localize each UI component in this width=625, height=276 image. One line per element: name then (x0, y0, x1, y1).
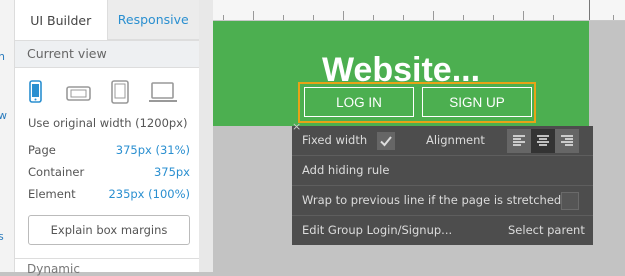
left-edge-strip: n w s (0, 0, 15, 272)
alignment-label: Alignment (426, 133, 485, 147)
close-icon[interactable]: × (292, 121, 302, 132)
fixed-width-label: Fixed width (302, 133, 368, 147)
clipped-text-2: w (0, 109, 7, 122)
add-hiding-rule-link[interactable]: Add hiding rule (302, 163, 389, 177)
tab-responsive[interactable]: Responsive (107, 0, 199, 40)
popover-row-footer: Edit Group Login/Signup... Select parent (292, 216, 593, 245)
responsive-panel: UI Builder Responsive Current view Use o… (15, 0, 200, 276)
horizontal-ruler (213, 0, 625, 21)
divider (15, 258, 199, 259)
clipped-text-3: s (0, 230, 4, 243)
wrap-checkbox[interactable] (561, 192, 579, 210)
phone-icon[interactable] (28, 80, 44, 106)
dim-row-container: Container 375px (28, 165, 190, 181)
edit-group-link[interactable]: Edit Group Login/Signup... (302, 223, 452, 237)
dim-value[interactable]: 375px (154, 165, 190, 179)
tablet-icon[interactable] (109, 80, 131, 106)
dim-row-page: Page 375px (31%) (28, 143, 190, 159)
explain-box-margins-button[interactable]: Explain box margins (28, 215, 190, 245)
align-right-icon[interactable] (555, 129, 579, 153)
wrap-label: Wrap to previous line if the page is str… (302, 193, 562, 207)
dim-value[interactable]: 375px (31%) (116, 143, 190, 157)
dim-row-element: Element 235px (100%) (28, 187, 190, 203)
align-center-icon[interactable] (531, 129, 555, 153)
dynamic-section-header: Dynamic (27, 262, 80, 276)
dim-value[interactable]: 235px (100%) (108, 187, 190, 201)
popover-row-wrap: Wrap to previous line if the page is str… (292, 186, 593, 216)
clipped-text-1: n (0, 50, 5, 63)
align-left-icon[interactable] (507, 129, 531, 153)
dim-key: Element (28, 187, 76, 201)
current-view-title: Current view (27, 46, 107, 61)
element-property-popover: Fixed width Alignment Add hiding rule Wr… (292, 126, 593, 245)
landscape-phone-icon[interactable] (66, 80, 92, 106)
canvas-gutter (199, 0, 213, 272)
device-picker (28, 80, 193, 108)
signup-button[interactable]: SIGN UP (422, 87, 532, 117)
fixed-width-checkbox[interactable] (377, 132, 395, 150)
current-view-header: Current view (15, 40, 199, 68)
panel-tabs: UI Builder Responsive (15, 0, 199, 40)
original-width-row[interactable]: Use original width (1200px) (28, 116, 190, 132)
alignment-control (507, 129, 579, 153)
login-button[interactable]: LOG IN (304, 87, 414, 117)
laptop-icon[interactable] (148, 80, 178, 106)
dim-key: Page (28, 143, 56, 157)
popover-row-hiding[interactable]: Add hiding rule (292, 156, 593, 186)
checkmark-icon (380, 136, 392, 147)
original-width-label: Use original width (1200px) (28, 116, 188, 130)
tab-ui-builder[interactable]: UI Builder (15, 0, 108, 40)
popover-row-width: Fixed width Alignment (292, 126, 593, 156)
dim-key: Container (28, 165, 85, 179)
select-parent-link[interactable]: Select parent (508, 223, 585, 237)
